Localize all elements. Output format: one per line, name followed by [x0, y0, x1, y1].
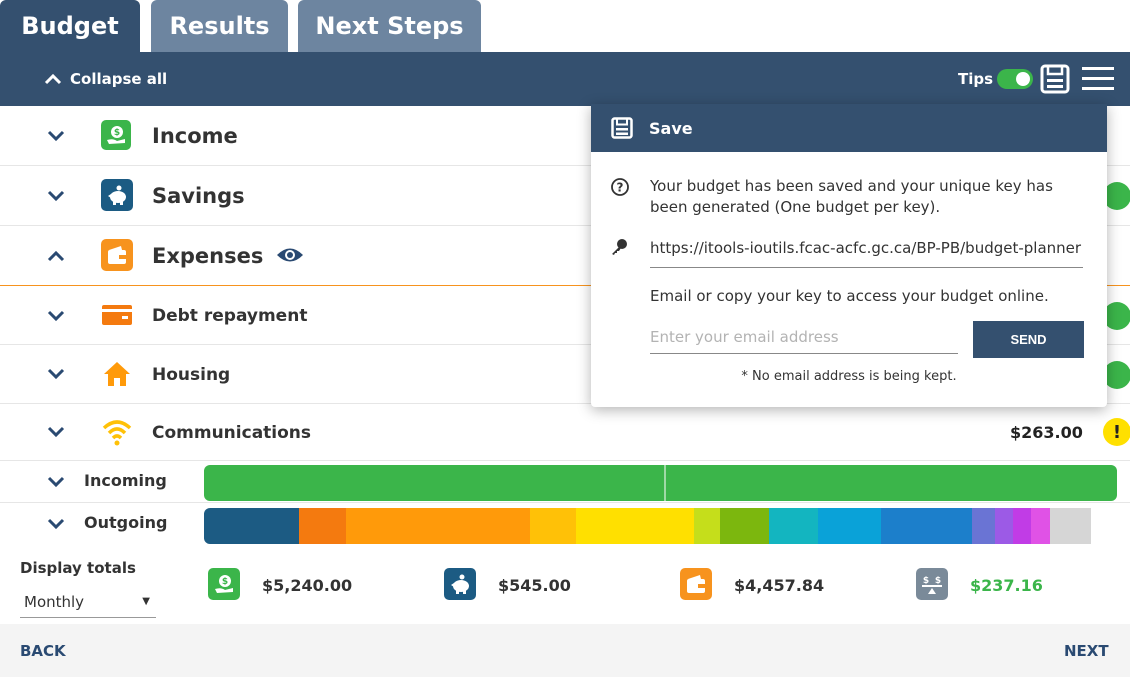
outgoing-segment[interactable] — [881, 508, 972, 544]
outgoing-label: Outgoing — [84, 513, 168, 532]
tab-bar: Budget Results Next Steps — [0, 0, 1130, 52]
chevron-down-icon[interactable] — [46, 368, 66, 380]
toolbar: Collapse all Tips — [0, 52, 1130, 106]
period-select[interactable]: Monthly ▼ — [20, 586, 156, 618]
total-income: $5,240.00 — [262, 576, 353, 595]
outgoing-segment[interactable] — [971, 508, 995, 544]
status-ok-icon — [1103, 302, 1130, 330]
chevron-down-icon[interactable] — [46, 130, 66, 142]
budget-key-url[interactable]: https://itools-ioutils.fcac-acfc.gc.ca/B… — [650, 238, 1083, 268]
outgoing-segment[interactable] — [298, 508, 347, 544]
house-icon — [104, 362, 130, 386]
tips-toggle-group: Tips — [958, 52, 1034, 106]
period-value: Monthly — [24, 592, 85, 611]
save-icon — [611, 117, 633, 139]
save-dialog-title: Save — [649, 118, 693, 138]
total-balance: $237.16 — [970, 576, 1043, 595]
incoming-row[interactable]: Incoming — [0, 461, 1130, 503]
save-dialog-header: Save — [591, 104, 1107, 152]
piggy-bank-icon — [444, 568, 476, 600]
menu-icon[interactable] — [1082, 66, 1114, 92]
total-savings: $545.00 — [498, 576, 571, 595]
privacy-note: * No email address is being kept. — [741, 369, 957, 384]
svg-text:$: $ — [935, 576, 941, 586]
chevron-down-icon[interactable] — [46, 518, 66, 530]
bar-divider — [664, 465, 666, 501]
outgoing-segment[interactable] — [1050, 508, 1092, 544]
chevron-up-icon[interactable] — [46, 250, 66, 262]
chevron-down-icon[interactable] — [46, 310, 66, 322]
wallet-icon — [101, 239, 133, 271]
outgoing-segment[interactable] — [719, 508, 770, 544]
svg-text:?: ? — [617, 181, 624, 195]
outgoing-segment[interactable] — [818, 508, 882, 544]
outgoing-bar — [204, 508, 1117, 544]
expense-label-debt: Debt repayment — [152, 306, 308, 326]
expense-row-communications[interactable]: Communications $263.00 ! — [0, 404, 1130, 461]
save-message: Your budget has been saved and your uniq… — [650, 177, 1053, 216]
outgoing-segment[interactable] — [529, 508, 576, 544]
save-icon[interactable] — [1040, 64, 1070, 94]
tips-toggle[interactable] — [997, 69, 1034, 89]
dropdown-caret-icon: ▼ — [142, 596, 150, 607]
outgoing-segment[interactable] — [575, 508, 695, 544]
expense-label-communications: Communications — [152, 422, 312, 443]
warning-icon[interactable]: ! — [1103, 418, 1130, 446]
svg-text:$: $ — [114, 128, 120, 138]
chevron-down-icon[interactable] — [46, 426, 66, 438]
total-expenses: $4,457.84 — [734, 576, 825, 595]
send-button[interactable]: SEND — [973, 321, 1084, 358]
outgoing-segment[interactable] — [994, 508, 1013, 544]
outgoing-row[interactable]: Outgoing — [0, 503, 1130, 546]
category-label-expenses: Expenses — [152, 244, 264, 268]
question-icon: ? — [611, 178, 629, 196]
balance-scale-icon: $ $ — [916, 568, 948, 600]
wallet-icon — [680, 568, 712, 600]
chevron-down-icon[interactable] — [46, 476, 66, 488]
outgoing-segment[interactable] — [1031, 508, 1051, 544]
save-instruction: Email or copy your key to access your bu… — [650, 287, 1049, 305]
chevron-down-icon[interactable] — [46, 190, 66, 202]
outgoing-segment[interactable] — [204, 508, 299, 544]
income-hand-coin-icon: $ — [101, 120, 131, 150]
credit-card-icon — [102, 305, 132, 325]
eye-icon[interactable] — [276, 246, 304, 264]
expense-label-housing: Housing — [152, 364, 231, 385]
incoming-label: Incoming — [84, 471, 167, 490]
outgoing-segment[interactable] — [346, 508, 530, 544]
tips-label: Tips — [958, 70, 994, 88]
totals-bar: Display totals Monthly ▼ $ $5,240.00 $54… — [0, 546, 1130, 624]
status-ok-icon — [1103, 361, 1130, 389]
back-button[interactable]: BACK — [20, 642, 66, 660]
outgoing-segment[interactable] — [769, 508, 819, 544]
income-hand-coin-icon: $ — [208, 568, 240, 600]
footer-nav: BACK NEXT — [0, 624, 1130, 677]
tab-next-steps[interactable]: Next Steps — [298, 0, 481, 52]
email-input[interactable] — [650, 320, 958, 354]
svg-text:$: $ — [923, 576, 929, 586]
piggy-bank-icon — [101, 179, 133, 211]
outgoing-segment[interactable] — [1012, 508, 1032, 544]
collapse-all-button[interactable]: Collapse all — [44, 52, 167, 106]
key-icon — [612, 239, 627, 255]
category-label-savings: Savings — [152, 184, 245, 208]
tab-results[interactable]: Results — [151, 0, 288, 52]
wifi-icon — [102, 420, 132, 446]
collapse-all-label: Collapse all — [70, 70, 168, 88]
svg-text:$: $ — [222, 577, 228, 587]
outgoing-segment[interactable] — [694, 508, 720, 544]
expense-amount-communications: $263.00 — [1010, 423, 1083, 442]
display-totals-label: Display totals — [20, 559, 136, 577]
save-dialog: Save ? Your budget has been saved and yo… — [591, 104, 1107, 407]
incoming-bar — [204, 465, 1117, 501]
chevron-up-icon — [44, 73, 62, 85]
tab-budget[interactable]: Budget — [0, 0, 140, 52]
next-button[interactable]: NEXT — [1064, 642, 1109, 660]
category-label-income: Income — [152, 124, 238, 148]
status-ok-icon — [1103, 182, 1130, 210]
